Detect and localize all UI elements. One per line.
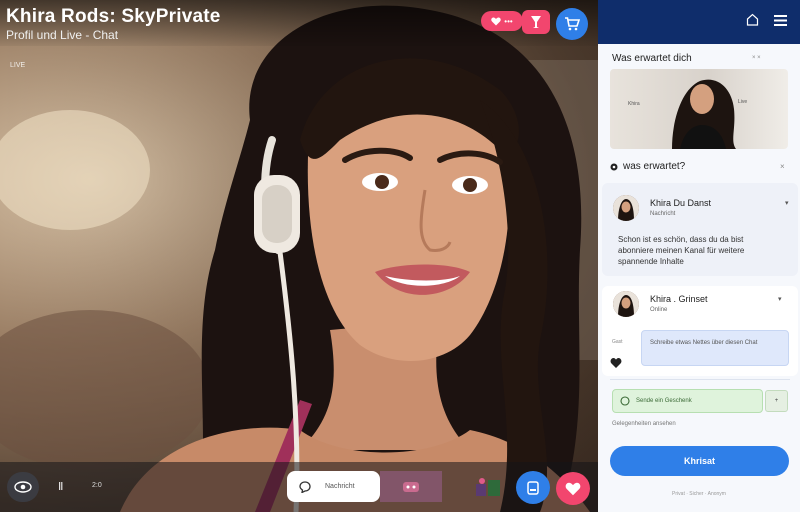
location-icon	[610, 163, 618, 170]
app-root: Khira Rods: SkyPrivate Profil und Live -…	[0, 0, 800, 512]
chevron-down-icon[interactable]: ▾	[778, 295, 782, 303]
video-stage: Khira Rods: SkyPrivate Profil und Live -…	[0, 0, 598, 512]
glass-icon	[531, 16, 541, 28]
question-row[interactable]: was erwartet?	[610, 161, 685, 172]
message-line: spannende Inhalte	[618, 257, 684, 266]
performer-title: Khira Rods: SkyPrivate	[6, 6, 221, 27]
gift-add-button[interactable]: +	[765, 390, 788, 412]
chat-partner-name: Khira . Grinset	[650, 294, 708, 304]
primary-cta-button[interactable]: Khrisat	[610, 446, 789, 476]
pause-icon[interactable]: Ⅱ	[58, 480, 63, 493]
cart-button[interactable]	[556, 8, 588, 40]
message-line: Schon ist es schön, dass du da bist	[618, 235, 744, 244]
menu-icon[interactable]	[774, 15, 787, 26]
preview-right-label: Live	[738, 99, 748, 105]
chat-message-input[interactable]: Nachricht	[287, 471, 380, 502]
helper-note[interactable]: Gelegenheiten ansehen	[612, 421, 676, 427]
chat-icon	[299, 480, 311, 493]
gift-input-text: Sende ein Geschenk	[636, 398, 692, 404]
section-heading: Was erwartet dich	[612, 53, 692, 64]
sender-subtitle: Nachricht	[650, 211, 676, 217]
like-button[interactable]	[556, 472, 590, 505]
gift-strip[interactable]	[470, 474, 506, 500]
side-panel-header	[598, 0, 800, 44]
emoji-picker-button[interactable]	[380, 471, 442, 502]
message-line: abonniere meinen Kanal für weitere	[618, 246, 745, 255]
avatar-image	[613, 195, 639, 221]
eye-icon	[14, 481, 32, 493]
chat-text-field[interactable]: Schreibe etwas Nettes über diesen Chat	[641, 330, 789, 366]
avatar	[613, 291, 639, 317]
pill-label: •••	[504, 16, 513, 26]
heart-icon	[565, 482, 581, 495]
avatar-image	[613, 291, 639, 317]
side-panel: Was erwartet dich × × Khira Live was erw…	[598, 0, 800, 512]
chat-partner-status: Online	[650, 307, 668, 313]
favorite-pill-button[interactable]: •••	[481, 11, 523, 31]
performer-video-frame	[0, 5, 598, 512]
heart-icon	[491, 17, 502, 25]
drink-button[interactable]	[522, 10, 550, 34]
view-toggle-button[interactable]	[7, 472, 39, 502]
share-button[interactable]	[516, 471, 550, 504]
footer-note: Privat · Sicher · Anonym	[672, 491, 726, 497]
gift-icon	[476, 478, 500, 496]
question-text: was erwartet?	[623, 161, 686, 172]
heart-outline-icon[interactable]	[610, 357, 622, 369]
timer-text: 2:0	[92, 482, 102, 489]
chat-field-placeholder: Schreibe etwas Nettes über diesen Chat	[650, 340, 758, 346]
live-tag: LIVE	[10, 62, 26, 69]
gift-input[interactable]: Sende ein Geschenk	[612, 389, 763, 413]
page-subtitle: Profil und Live - Chat	[6, 28, 119, 42]
section-close[interactable]: × ×	[752, 55, 761, 61]
chat-input-label: Nachricht	[325, 483, 355, 490]
cart-icon	[565, 17, 580, 31]
profile-preview-image[interactable]: Khira Live	[610, 69, 788, 149]
home-icon[interactable]	[746, 13, 759, 26]
emoji-icon	[403, 481, 419, 492]
preview-portrait	[672, 79, 736, 149]
tablet-icon	[527, 480, 539, 495]
preview-left-label: Khira	[628, 101, 640, 107]
message-card[interactable]: Khira Du Danst Nachricht ▾ Schon ist es …	[602, 183, 798, 276]
guest-label: Gast	[612, 339, 623, 345]
question-close[interactable]: ×	[780, 162, 785, 171]
chevron-down-icon[interactable]: ▾	[785, 199, 789, 207]
circle-icon	[620, 396, 630, 406]
divider	[610, 379, 790, 380]
avatar	[613, 195, 639, 221]
sender-name: Khira Du Danst	[650, 198, 712, 208]
